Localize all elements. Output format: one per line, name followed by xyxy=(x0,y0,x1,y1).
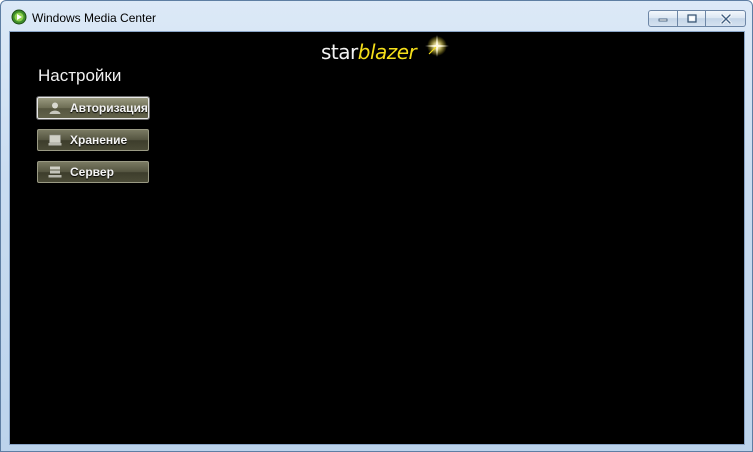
server-button[interactable]: Сервер xyxy=(37,161,149,183)
storage-icon xyxy=(48,134,62,146)
minimize-icon xyxy=(658,18,668,21)
close-button[interactable] xyxy=(706,10,746,27)
authorization-button[interactable]: Авторизация xyxy=(37,97,149,119)
starblazer-logo: starblazer xyxy=(321,35,451,66)
title-bar[interactable]: Windows Media Center xyxy=(1,1,752,31)
close-icon xyxy=(720,13,731,24)
media-center-content: starblazer Настройки Авторизация Хранени… xyxy=(9,31,745,445)
authorization-label: Авторизация xyxy=(70,101,148,115)
logo-star-text: star xyxy=(321,40,358,64)
logo-text: starblazer xyxy=(321,40,417,64)
sparkle-icon xyxy=(425,35,449,57)
server-icon xyxy=(48,166,62,178)
minimize-button[interactable] xyxy=(648,10,678,27)
maximize-icon xyxy=(686,14,697,23)
page-title: Настройки xyxy=(38,66,122,85)
user-icon xyxy=(49,102,61,114)
windows-media-center-icon xyxy=(11,9,27,25)
server-label: Сервер xyxy=(70,165,114,179)
maximize-button[interactable] xyxy=(678,10,706,27)
storage-button[interactable]: Хранение xyxy=(37,129,149,151)
storage-label: Хранение xyxy=(70,133,128,147)
logo-blazer-text: blazer xyxy=(357,40,417,64)
app-window: Windows Media Center starblazer Настройк… xyxy=(0,0,753,452)
window-title: Windows Media Center xyxy=(32,11,157,25)
